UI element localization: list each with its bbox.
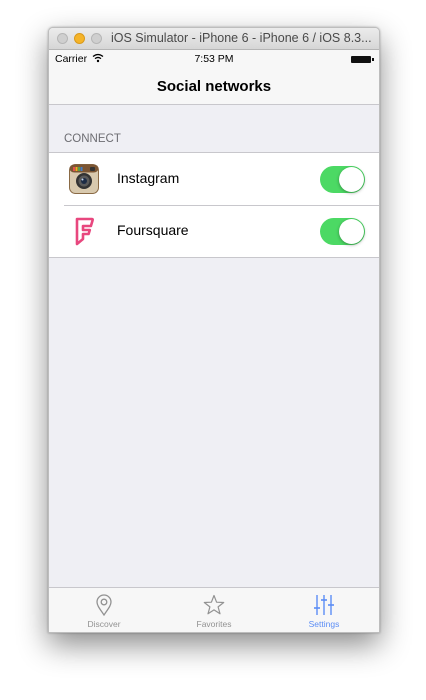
battery-icon [351,56,374,63]
minimize-window-button[interactable] [74,33,85,44]
tab-discover[interactable]: Discover [49,588,159,632]
section-header: CONNECT [64,133,121,145]
tab-label: Favorites [196,619,232,629]
social-networks-list: Instagram Foursquare [49,152,379,258]
navigation-bar: Social networks [49,70,379,105]
window-titlebar: iOS Simulator - iPhone 6 - iPhone 6 / iO… [49,28,379,50]
toggle-knob [339,167,364,192]
list-item-instagram[interactable]: Instagram [49,153,379,206]
star-icon [203,594,225,615]
tab-settings[interactable]: Settings [269,588,379,632]
tab-bar: Discover Favorites Settings [49,587,379,632]
list-item-foursquare[interactable]: Foursquare [49,205,379,257]
tab-label: Settings [308,619,340,629]
sliders-icon [314,595,334,615]
instagram-icon [69,164,99,194]
instagram-toggle[interactable] [320,166,365,193]
zoom-window-button[interactable] [91,33,102,44]
list-item-label: Foursquare [117,222,189,238]
foursquare-toggle[interactable] [320,218,365,245]
list-item-label: Instagram [117,170,180,186]
window-title: iOS Simulator - iPhone 6 - iPhone 6 / iO… [111,31,372,45]
status-time: 7:53 PM [194,53,234,65]
close-window-button[interactable] [57,33,68,44]
foursquare-icon [75,217,95,246]
map-pin-icon [96,594,112,617]
tab-favorites[interactable]: Favorites [159,588,269,632]
simulator-window: iOS Simulator - iPhone 6 - iPhone 6 / iO… [48,27,380,633]
page-title: Social networks [156,78,272,95]
status-bar: Carrier 7:53 PM [49,50,379,70]
toggle-knob [339,219,364,244]
tab-label: Discover [87,619,121,629]
